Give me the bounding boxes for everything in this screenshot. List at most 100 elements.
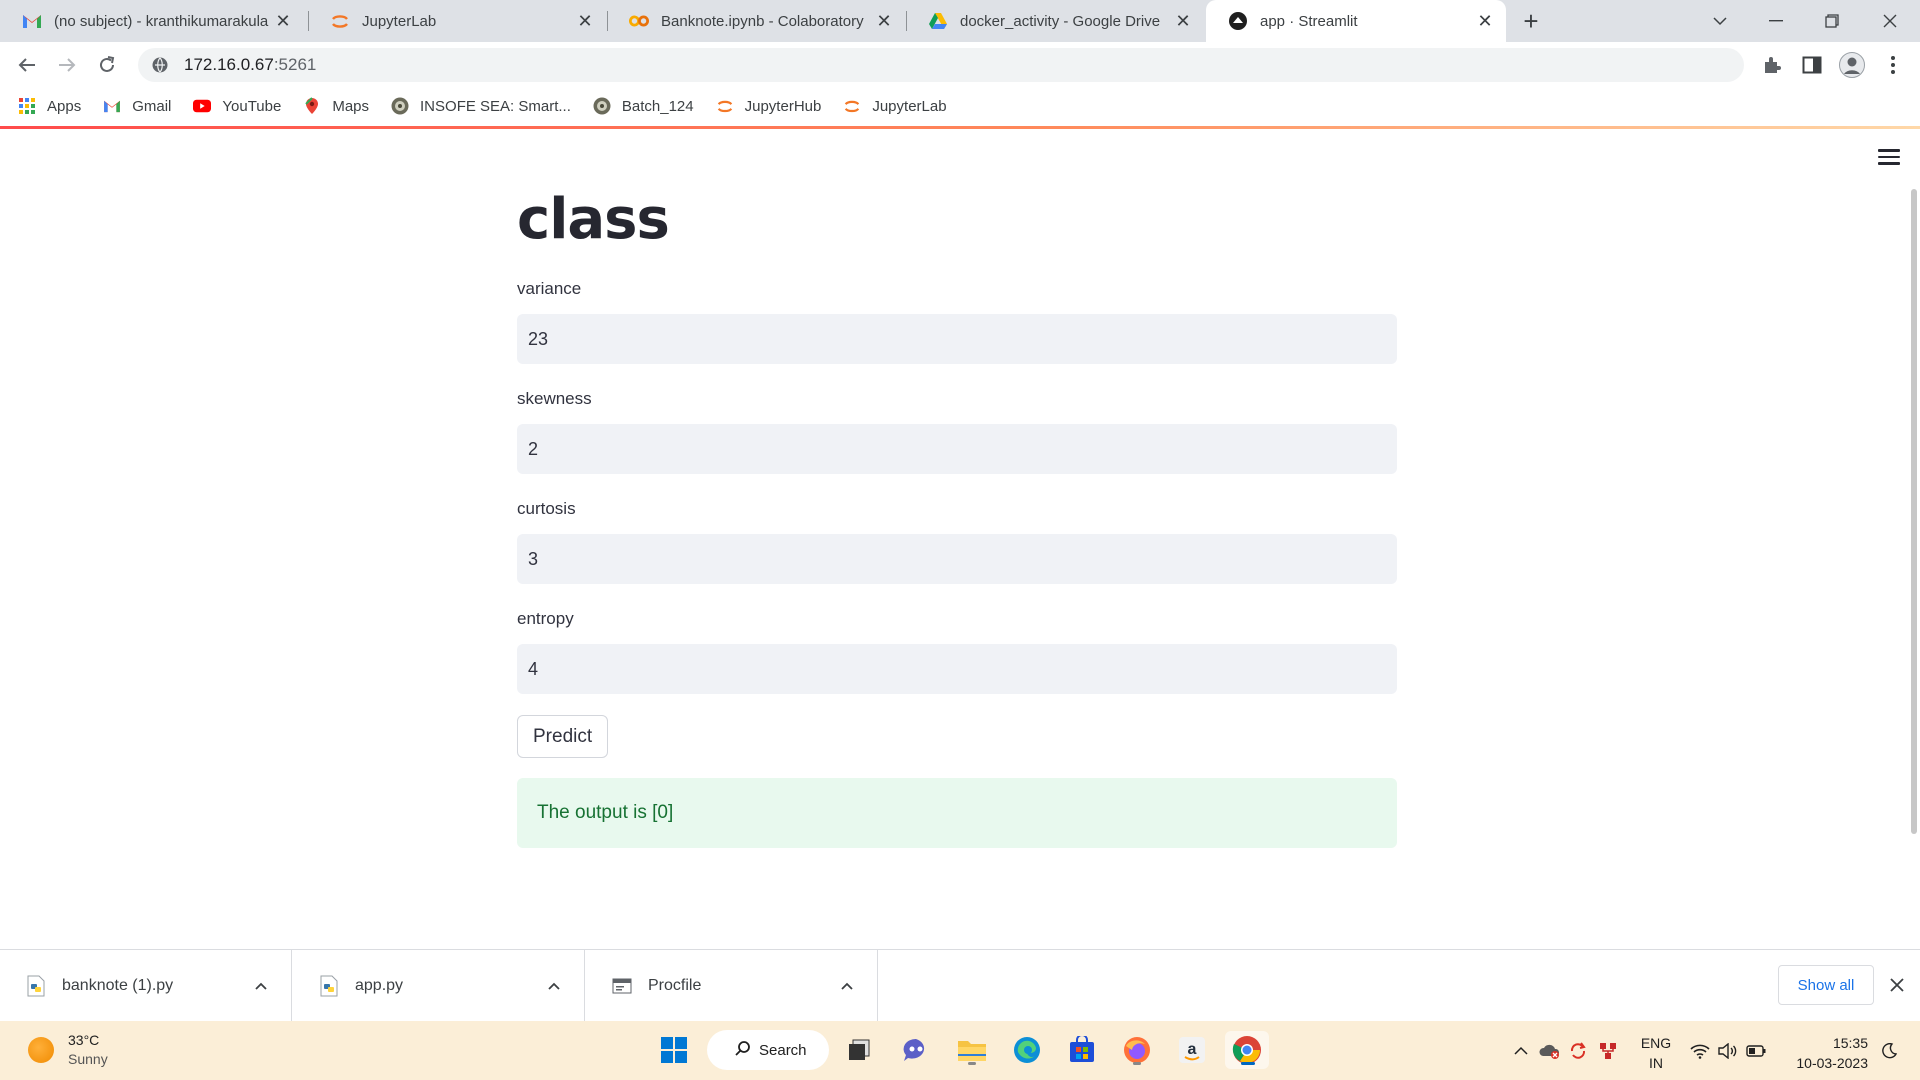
close-tab-icon[interactable]: ✕ xyxy=(274,11,292,31)
close-tab-icon[interactable]: ✕ xyxy=(1476,11,1494,31)
tab-title: docker_activity - Google Drive xyxy=(960,12,1161,30)
running-indicator xyxy=(968,1062,976,1065)
variance-label: variance xyxy=(517,279,582,298)
jupyter-icon xyxy=(843,97,861,115)
maps-icon xyxy=(303,97,321,115)
onedrive-icon[interactable] xyxy=(1537,1021,1563,1080)
tab-colab[interactable]: Banknote.ipynb - Colaboratory ✕ xyxy=(607,0,905,42)
amazon-icon[interactable]: a xyxy=(1173,1031,1211,1069)
bookmark-jupyterhub[interactable]: JupyterHub xyxy=(716,97,822,115)
svg-text:a: a xyxy=(1188,1041,1197,1058)
chrome-icon[interactable] xyxy=(1225,1031,1269,1069)
clock-time: 15:35 xyxy=(1832,1035,1868,1051)
scrollbar[interactable] xyxy=(1911,189,1917,834)
tab-title: (no subject) - kranthikumarakula xyxy=(54,12,269,30)
bookmark-insofe[interactable]: INSOFE SEA: Smart... xyxy=(391,97,571,115)
gmail-icon xyxy=(103,97,121,115)
chrome-menu-icon[interactable] xyxy=(1880,52,1906,78)
tab-gmail[interactable]: (no subject) - kranthikumarakula ✕ xyxy=(0,0,304,42)
back-icon[interactable] xyxy=(12,50,42,80)
task-view-icon[interactable] xyxy=(840,1031,878,1069)
firefox-icon[interactable] xyxy=(1118,1031,1156,1069)
minimize-icon[interactable] xyxy=(1748,0,1804,42)
result-text: The output is [0] xyxy=(537,802,674,823)
browser-tabstrip: (no subject) - kranthikumarakula ✕ Jupyt… xyxy=(0,0,1920,42)
microsoft-store-icon[interactable] xyxy=(1063,1031,1101,1069)
chevron-up-icon[interactable] xyxy=(544,976,564,996)
tab-title: app · Streamlit xyxy=(1260,12,1358,30)
skewness-label: skewness xyxy=(517,389,592,408)
python-file-icon xyxy=(26,975,46,997)
bookmark-jupyterlab[interactable]: JupyterLab xyxy=(843,97,947,115)
running-indicator xyxy=(1133,1062,1141,1065)
download-name: banknote (1).py xyxy=(62,977,174,994)
close-tab-icon[interactable]: ✕ xyxy=(1174,11,1192,31)
bookmark-batch-124[interactable]: Batch_124 xyxy=(593,97,694,115)
bookmark-apps[interactable]: Apps xyxy=(18,97,81,115)
chat-icon[interactable] xyxy=(897,1031,935,1069)
input-language[interactable]: ENG IN xyxy=(1636,1033,1676,1073)
chevron-up-icon[interactable] xyxy=(251,976,271,996)
new-tab-button[interactable]: + xyxy=(1516,6,1546,36)
volume-icon[interactable] xyxy=(1716,1021,1740,1080)
bookmark-gmail[interactable]: Gmail xyxy=(103,97,171,115)
close-tab-icon[interactable]: ✕ xyxy=(875,11,893,31)
focus-moon-icon[interactable] xyxy=(1876,1021,1902,1080)
temperature: 33°C xyxy=(68,1032,100,1048)
profile-avatar[interactable] xyxy=(1839,52,1865,78)
taskbar-search[interactable]: Search xyxy=(707,1030,829,1070)
extensions-icon[interactable] xyxy=(1759,52,1785,78)
taskbar: 33°C Sunny Search a ENG IN 15:35 10-03-2… xyxy=(0,1021,1920,1080)
windows-start-icon[interactable] xyxy=(655,1031,693,1069)
side-panel-icon[interactable] xyxy=(1799,52,1825,78)
close-window-icon[interactable] xyxy=(1862,0,1918,42)
download-item[interactable]: Procfile xyxy=(586,950,878,1022)
restore-icon[interactable] xyxy=(1804,0,1860,42)
network-share-icon[interactable] xyxy=(1595,1021,1621,1080)
tab-search-icon[interactable] xyxy=(1692,0,1748,42)
close-tab-icon[interactable]: ✕ xyxy=(576,11,594,31)
variance-input[interactable] xyxy=(517,314,1397,364)
curtosis-input[interactable] xyxy=(517,534,1397,584)
hamburger-menu-icon[interactable] xyxy=(1878,149,1900,167)
search-label: Search xyxy=(759,1041,807,1059)
battery-icon[interactable] xyxy=(1744,1021,1768,1080)
sync-icon[interactable] xyxy=(1566,1021,1592,1080)
browser-toolbar: 172.16.0.67:5261 xyxy=(0,42,1920,88)
bookmark-label: Apps xyxy=(47,97,82,115)
success-alert: The output is [0] xyxy=(517,778,1397,848)
region-code: IN xyxy=(1649,1055,1663,1071)
site-info-icon[interactable] xyxy=(150,55,170,75)
download-name: app.py xyxy=(355,977,404,994)
tab-streamlit-active[interactable]: app · Streamlit ✕ xyxy=(1206,0,1506,42)
system-clock[interactable]: 15:35 10-03-2023 xyxy=(1778,1033,1868,1073)
weather-widget[interactable]: 33°C Sunny xyxy=(28,1031,108,1069)
reload-icon[interactable] xyxy=(92,50,122,80)
tab-jupyterlab[interactable]: JupyterLab ✕ xyxy=(308,0,606,42)
jupyter-icon xyxy=(330,11,350,31)
show-hidden-icons[interactable] xyxy=(1508,1021,1534,1080)
bookmark-label: Batch_124 xyxy=(621,97,694,115)
chevron-up-icon[interactable] xyxy=(837,976,857,996)
address-bar[interactable]: 172.16.0.67:5261 xyxy=(138,48,1744,82)
wifi-icon[interactable] xyxy=(1688,1021,1712,1080)
download-item[interactable]: app.py xyxy=(293,950,585,1022)
bookmark-label: JupyterHub xyxy=(744,97,822,115)
url-host: 172.16.0.67 xyxy=(184,55,274,74)
edge-icon[interactable] xyxy=(1008,1031,1046,1069)
language-code: ENG xyxy=(1640,1035,1672,1051)
search-icon xyxy=(735,1040,751,1060)
close-shelf-icon[interactable] xyxy=(1886,974,1908,996)
show-all-button[interactable]: Show all xyxy=(1778,965,1874,1005)
skewness-input[interactable] xyxy=(517,424,1397,474)
bookmark-youtube[interactable]: YouTube xyxy=(193,97,281,115)
forward-icon[interactable] xyxy=(52,50,82,80)
entropy-input[interactable] xyxy=(517,644,1397,694)
download-item[interactable]: banknote (1).py xyxy=(0,950,292,1022)
insofe-icon xyxy=(391,97,409,115)
file-explorer-icon[interactable] xyxy=(953,1031,991,1069)
tab-google-drive[interactable]: docker_activity - Google Drive ✕ xyxy=(906,0,1204,42)
download-name: Procfile xyxy=(648,977,702,994)
bookmark-maps[interactable]: Maps xyxy=(303,97,369,115)
predict-button[interactable]: Predict xyxy=(517,715,609,758)
